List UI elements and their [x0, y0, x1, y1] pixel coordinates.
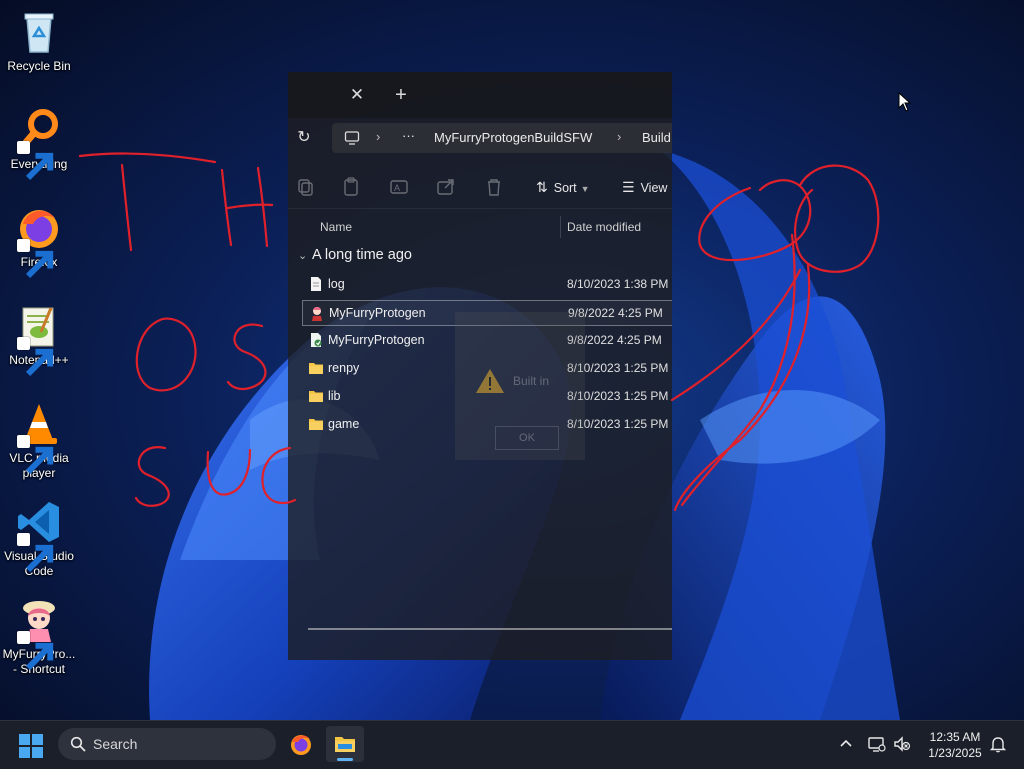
horizontal-scrollbar[interactable]	[308, 628, 672, 630]
breadcrumb-subfolder[interactable]: Build	[642, 130, 671, 145]
desktop-icon-recycle-bin[interactable]: Recycle Bin	[0, 8, 78, 74]
view-label: View	[640, 181, 668, 195]
breadcrumb-separator[interactable]: ›	[376, 129, 380, 144]
cut-icon[interactable]	[294, 176, 316, 198]
firefox-icon	[291, 735, 311, 755]
network-icon[interactable]	[866, 734, 886, 754]
chevron-up-icon[interactable]	[836, 734, 856, 754]
text-file-icon	[308, 276, 324, 292]
group-label: A long time ago	[312, 247, 412, 263]
script-file-icon	[308, 332, 324, 348]
folder-icon	[308, 416, 324, 432]
shortcut-arrow-icon	[17, 435, 54, 475]
view-icon: ☰	[622, 179, 635, 195]
sort-button[interactable]: ⇅ Sort ▼	[536, 176, 590, 198]
desktop-icon-myfurryprotogen-shortcut[interactable]: MyFurryPro... - Shortcut	[0, 596, 78, 677]
recycle-bin-icon	[24, 13, 54, 53]
folder-icon	[308, 360, 324, 376]
rename-icon[interactable]: A	[388, 176, 410, 198]
taskbar: Search 12:35 AM 1/23/2025	[0, 720, 1024, 769]
file-name: MyFurryProtogen	[328, 333, 425, 347]
share-icon[interactable]	[435, 176, 457, 198]
command-bar: A ⇅ Sort ▼ ☰ View	[288, 166, 672, 209]
address-bar: ↻ › ··· › MyFurryProtogenBuildSFW › Buil…	[288, 118, 672, 158]
search-icon	[70, 736, 86, 752]
breadcrumb-more-button[interactable]: ···	[402, 128, 415, 143]
taskbar-firefox[interactable]	[282, 726, 320, 762]
delete-icon[interactable]	[483, 176, 505, 198]
ghost-dialog-text: Built in	[513, 374, 550, 388]
file-name: log	[328, 277, 345, 291]
breadcrumb-separator[interactable]: ›	[617, 129, 621, 144]
desktop-icon-everything[interactable]: Everything	[0, 106, 78, 181]
start-button[interactable]	[18, 733, 44, 759]
svg-text:A: A	[394, 183, 400, 193]
taskbar-search[interactable]: Search	[58, 728, 276, 760]
desktop-icon-label: Recycle Bin	[7, 59, 71, 73]
file-name: game	[328, 417, 360, 431]
taskbar-file-explorer[interactable]	[326, 726, 364, 762]
chevron-down-icon: ▼	[580, 184, 590, 194]
new-tab-button[interactable]: +	[388, 83, 414, 107]
shortcut-arrow-icon	[17, 239, 54, 279]
file-name: renpy	[328, 361, 360, 375]
notification-bell-icon[interactable]	[988, 734, 1008, 754]
search-placeholder: Search	[93, 736, 138, 752]
desktop-icon-vlc[interactable]: VLC media player	[0, 400, 78, 481]
column-date-modified[interactable]: Date modified	[567, 220, 641, 234]
group-header[interactable]: ⌄ A long time ago	[298, 247, 412, 269]
shortcut-arrow-icon	[17, 631, 54, 671]
file-explorer-window[interactable]: ✕ + ↻ › ··· › MyFurryProtogenBuildSFW › …	[288, 72, 672, 660]
folder-icon	[308, 388, 324, 404]
refresh-button[interactable]: ↻	[292, 126, 316, 150]
system-clock[interactable]: 12:35 AM 1/23/2025	[918, 729, 992, 761]
desktop-icon-vscode[interactable]: Visual Studio Code	[0, 498, 78, 579]
shortcut-arrow-icon	[17, 141, 54, 181]
ghost-dialog-ok-button: OK	[495, 426, 559, 450]
close-tab-button[interactable]: ✕	[344, 83, 370, 107]
clock-date: 1/23/2025	[928, 746, 982, 760]
file-name: MyFurryProtogen	[329, 306, 426, 320]
ghost-dialog: Built in OK	[455, 312, 585, 460]
sort-label: Sort	[553, 181, 577, 195]
file-date: 8/10/2023 1:38 PM	[567, 277, 669, 291]
column-divider[interactable]	[560, 216, 561, 238]
warning-icon	[476, 369, 504, 393]
breadcrumb[interactable]: › ··· › MyFurryProtogenBuildSFW › Build	[332, 123, 672, 153]
breadcrumb-folder[interactable]: MyFurryProtogenBuildSFW	[434, 130, 592, 145]
mouse-cursor-icon	[898, 92, 912, 112]
title-bar[interactable]: ✕ +	[288, 72, 672, 118]
app-icon	[309, 305, 325, 321]
column-name[interactable]: Name	[320, 220, 352, 234]
copy-icon[interactable]	[340, 176, 362, 198]
shortcut-arrow-icon	[17, 337, 54, 377]
file-row-log[interactable]: log 8/10/2023 1:38 PM	[302, 272, 672, 296]
sort-icon: ⇅	[536, 179, 548, 195]
desktop-icon-firefox[interactable]: Firefox	[0, 204, 78, 279]
desktop-icon-notepad-plus-plus[interactable]: Notepad++	[0, 302, 78, 377]
file-explorer-icon	[335, 737, 355, 752]
shortcut-arrow-icon	[17, 533, 54, 573]
view-button[interactable]: ☰ View	[622, 176, 667, 198]
file-name: lib	[328, 389, 341, 403]
active-indicator	[337, 758, 353, 761]
clock-time: 12:35 AM	[929, 730, 981, 744]
this-pc-icon[interactable]	[344, 130, 360, 146]
column-header: Name Date modified	[288, 212, 672, 242]
volume-muted-icon[interactable]	[892, 734, 912, 754]
chevron-down-icon[interactable]: ⌄	[298, 249, 312, 262]
